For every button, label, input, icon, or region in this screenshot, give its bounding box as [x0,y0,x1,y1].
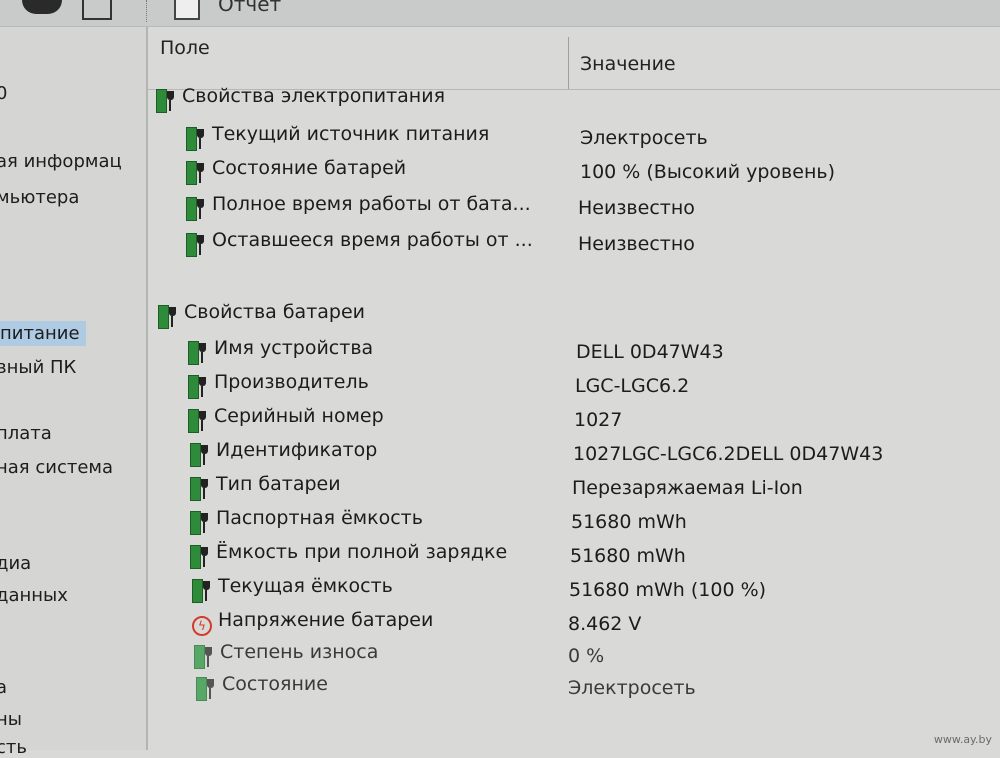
field-label: Полное время работы от бата... [212,193,531,215]
field-label: Паспортная ёмкость [216,507,423,529]
field-label: Производитель [214,371,369,393]
field-value: 1027 [574,409,623,431]
battery-plug-icon [188,375,208,399]
tree-item-power-selected[interactable]: питание [0,321,86,346]
battery-plug-icon [196,677,216,701]
field-label: Идентификатор [216,439,378,461]
field-value: Неизвестно [578,233,695,255]
field-label: Состояние батарей [212,157,407,179]
battery-plug-icon [190,511,210,535]
field-value: 51680 mWh (100 %) [569,579,767,601]
tree-item[interactable]: ны [0,709,22,730]
field-value: Перезаряжаемая Li-Ion [572,477,803,499]
navigation-tree[interactable]: 0 ая информац мьютера питание вный ПК пл… [0,27,148,758]
field-label: Имя устройства [214,337,374,359]
field-label: Ёмкость при полной зарядке [216,541,508,563]
battery-plug-icon [186,197,206,221]
computer-icon[interactable] [22,0,62,14]
tree-item[interactable]: ая информац [0,151,122,172]
field-value: 1027LGC-LGC6.2DELL 0D47W43 [573,443,884,465]
field-value: 8.462 V [568,613,642,635]
tree-item[interactable]: мьютера [0,187,79,208]
tree-item[interactable]: сть [0,737,27,758]
field-value: Электросеть [580,127,708,149]
toolbar: Отчет [0,0,1000,27]
battery-plug-icon [190,545,210,569]
column-header-field[interactable]: Поле [160,37,210,77]
battery-plug-icon [190,477,210,501]
tree-item[interactable]: диа [0,553,31,574]
watermark: www.ay.by [933,733,992,746]
tree-item[interactable]: ная система [0,457,113,478]
report-icon[interactable] [174,0,200,20]
battery-plug-icon [186,127,206,151]
battery-plug-icon [188,409,208,433]
details-list-view: Поле Значение Свойства электропитания Те… [148,27,1000,750]
field-value: DELL 0D47W43 [576,341,724,363]
field-label: Степень износа [220,641,379,663]
field-label: Текущая ёмкость [218,575,393,597]
battery-plug-icon [194,645,214,669]
column-header-value[interactable]: Значение [580,53,676,93]
voltage-bolt-icon: ϟ [192,613,212,637]
tree-item[interactable]: вный ПК [0,357,76,378]
field-value: LGC-LGC6.2 [575,375,690,397]
tree-item[interactable]: 0 [0,83,7,104]
column-divider[interactable] [568,37,569,89]
field-value: 51680 mWh [571,511,687,533]
tree-item[interactable]: плата [0,423,52,444]
battery-plug-icon [186,233,206,257]
field-value: Электросеть [568,677,696,699]
battery-plug-icon [158,305,178,329]
report-button-label[interactable]: Отчет [218,0,281,16]
field-label: Напряжение батареи [218,609,434,631]
toolbar-separator [146,0,149,22]
group-title: Свойства электропитания [182,85,446,107]
field-label: Текущий источник питания [212,123,490,145]
battery-plug-icon [188,341,208,365]
field-label: Состояние [222,673,328,695]
field-value: Неизвестно [578,197,695,219]
chart-icon[interactable] [82,0,112,20]
tree-item[interactable]: а [0,677,7,698]
battery-plug-icon [186,161,206,185]
field-value: 0 % [568,645,605,667]
group-title: Свойства батареи [184,301,366,323]
battery-plug-icon [156,89,176,113]
tree-item[interactable]: данных [0,585,68,606]
field-value: 100 % (Высокий уровень) [580,161,835,183]
field-label: Тип батареи [216,473,341,495]
field-value: 51680 mWh [570,545,686,567]
field-label: Оставшееся время работы от ... [212,229,533,251]
battery-plug-icon [190,443,210,467]
battery-plug-icon [192,579,212,603]
field-label: Серийный номер [214,405,384,427]
